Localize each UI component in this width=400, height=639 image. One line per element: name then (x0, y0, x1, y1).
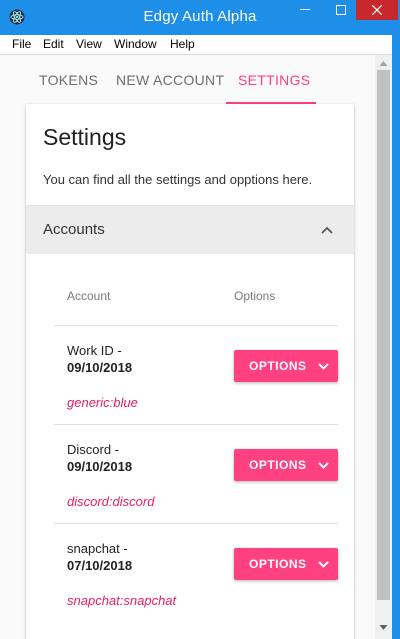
tab-new-account[interactable]: NEW ACCOUNT (116, 72, 224, 88)
column-header-account: Account (67, 289, 111, 303)
account-row: Work ID - 09/10/2018 generic:blue OPTION… (26, 325, 354, 424)
account-type: snapchat:snapchat (67, 593, 177, 608)
menu-view[interactable]: View (76, 37, 102, 51)
chevron-down-icon (318, 561, 329, 568)
account-date: 07/10/2018 (67, 558, 133, 573)
menu-window[interactable]: Window (114, 37, 157, 51)
account-row: snapchat - 07/10/2018 snapchat:snapchat … (26, 523, 354, 622)
menu-bar: File Edit View Window Help (0, 35, 400, 55)
close-icon (372, 5, 382, 15)
vertical-scrollbar[interactable] (375, 55, 392, 639)
scrollbar-thumb[interactable] (377, 70, 390, 600)
accounts-panel-title: Accounts (43, 221, 105, 238)
tab-settings[interactable]: SETTINGS (238, 72, 310, 88)
account-date: 09/10/2018 (67, 459, 133, 474)
options-button[interactable]: OPTIONS (234, 350, 338, 382)
account-type: generic:blue (67, 395, 138, 410)
column-header-options: Options (234, 289, 276, 303)
title-bar[interactable]: Edgy Auth Alpha (0, 0, 400, 35)
settings-card: Settings You can find all the settings a… (26, 104, 354, 639)
chevron-up-icon (321, 226, 333, 234)
menu-edit[interactable]: Edit (43, 37, 64, 51)
minimize-icon (300, 9, 310, 10)
account-row: Discord - 09/10/2018 discord:discord OPT… (26, 424, 354, 523)
close-button[interactable] (356, 0, 398, 20)
options-button-label: OPTIONS (249, 359, 307, 373)
settings-title: Settings (43, 124, 127, 150)
settings-subtitle: You can find all the settings and opptio… (43, 172, 313, 187)
window-frame-right (392, 35, 400, 639)
options-button[interactable]: OPTIONS (234, 449, 338, 481)
scroll-down-arrow-icon[interactable] (379, 623, 388, 632)
tab-tokens[interactable]: TOKENS (39, 72, 98, 88)
minimize-button[interactable] (284, 0, 326, 20)
options-button-label: OPTIONS (249, 458, 307, 472)
accounts-panel-header[interactable]: Accounts (26, 205, 354, 254)
menu-help[interactable]: Help (170, 37, 195, 51)
scroll-up-arrow-icon[interactable] (379, 59, 388, 68)
chevron-down-icon (318, 363, 329, 370)
options-button[interactable]: OPTIONS (234, 548, 338, 580)
tab-bar: TOKENS NEW ACCOUNT SETTINGS (0, 55, 375, 105)
chevron-down-icon (318, 462, 329, 469)
account-date: 09/10/2018 (67, 360, 133, 375)
options-button-label: OPTIONS (249, 557, 307, 571)
account-name: Work ID - (67, 343, 122, 358)
app-content: TOKENS NEW ACCOUNT SETTINGS Settings You… (0, 55, 375, 639)
account-name: snapchat - (67, 541, 128, 556)
account-type: discord:discord (67, 494, 155, 509)
menu-file[interactable]: File (12, 37, 31, 51)
account-name: Discord - (67, 442, 120, 457)
maximize-icon (336, 5, 346, 15)
